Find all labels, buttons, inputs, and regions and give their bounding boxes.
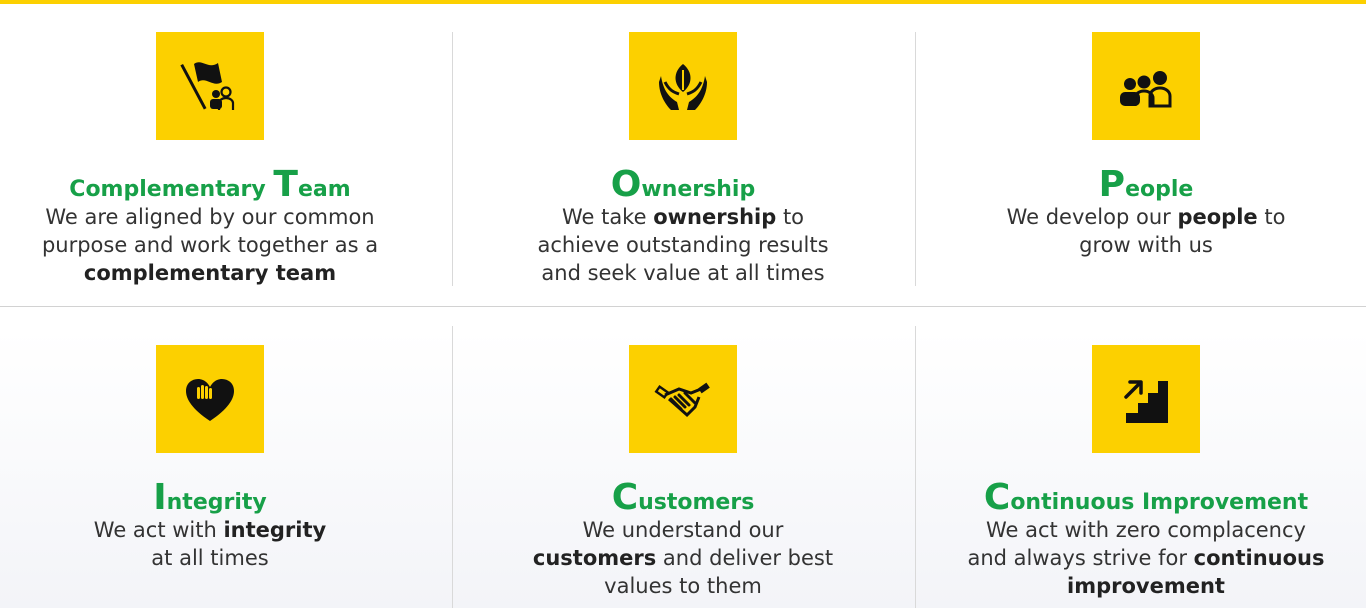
value-description: We are aligned by our common purpose and…: [0, 203, 420, 287]
desc-text: values to them: [604, 574, 762, 598]
desc-line: and seek value at all times: [473, 259, 893, 287]
title-rest: ntegrity: [166, 490, 267, 515]
value-title: Complementary Team: [0, 167, 420, 203]
desc-line: purpose and work together as a: [0, 231, 420, 259]
icon-tile: [629, 345, 737, 453]
value-card-continuous-improvement: Continuous Improvement We act with zero …: [936, 345, 1356, 600]
title-rest: ustomers: [638, 490, 755, 515]
desc-text: at all times: [151, 546, 269, 570]
desc-text: to: [776, 205, 805, 229]
people-group-icon: [1120, 71, 1172, 108]
stairs-arrow-icon: [1124, 380, 1168, 423]
value-title: People: [936, 167, 1356, 203]
value-title: Integrity: [0, 480, 420, 516]
desc-line: We are aligned by our common: [0, 203, 420, 231]
title-initial: C: [611, 477, 639, 518]
icon-tile: [156, 345, 264, 453]
desc-bold: complementary team: [83, 261, 337, 285]
title-rest: eople: [1125, 177, 1194, 202]
desc-text: grow with us: [1079, 233, 1213, 257]
desc-text: to: [1257, 205, 1286, 229]
desc-bold: improvement: [1067, 574, 1225, 598]
top-accent-bar: [0, 0, 1366, 4]
title-initial: I: [153, 477, 167, 518]
desc-line: We take ownership to: [473, 203, 893, 231]
desc-text: and seek value at all times: [541, 261, 825, 285]
title-initial: P: [1098, 164, 1126, 205]
title-initial: O: [610, 164, 642, 205]
value-card-ownership: Ownership We take ownership to achieve o…: [473, 32, 893, 287]
desc-line: achieve outstanding results: [473, 231, 893, 259]
desc-text: achieve outstanding results: [537, 233, 829, 257]
desc-bold: ownership: [653, 205, 777, 229]
desc-line: complementary team: [0, 259, 420, 287]
column-divider: [452, 32, 453, 286]
value-card-complementary-team: Complementary Team We are aligned by our…: [0, 32, 420, 287]
value-card-customers: Customers We understand our customers an…: [473, 345, 893, 600]
icon-tile: [1092, 345, 1200, 453]
desc-text: We act with: [93, 518, 224, 542]
desc-bold: integrity: [223, 518, 327, 542]
value-description: We understand our customers and deliver …: [473, 516, 893, 600]
desc-line: We develop our people to: [936, 203, 1356, 231]
flag-team-icon: [180, 62, 235, 110]
column-divider: [452, 326, 453, 608]
desc-line: We understand our: [473, 516, 893, 544]
title-initial: T: [273, 164, 298, 205]
handshake-icon: [654, 382, 710, 418]
title-rest: eam: [297, 177, 351, 202]
value-title: Continuous Improvement: [936, 480, 1356, 516]
desc-bold: people: [1177, 205, 1258, 229]
value-title: Ownership: [473, 167, 893, 203]
desc-text: We take: [561, 205, 654, 229]
value-card-integrity: Integrity We act with integrity at all t…: [0, 345, 420, 572]
hands-leaf-icon: [659, 64, 707, 110]
value-description: We develop our people to grow with us: [936, 203, 1356, 259]
value-title: Customers: [473, 480, 893, 516]
icon-tile: [629, 32, 737, 140]
value-card-people: People We develop our people to grow wit…: [936, 32, 1356, 259]
desc-line: We act with zero complacency: [936, 516, 1356, 544]
desc-text: We develop our: [1006, 205, 1178, 229]
heart-hand-icon: [186, 379, 234, 421]
desc-text: We are aligned by our common: [45, 205, 375, 229]
desc-line: improvement: [936, 572, 1356, 600]
title-initial: C: [983, 477, 1011, 518]
desc-line: We act with integrity: [0, 516, 420, 544]
desc-line: grow with us: [936, 231, 1356, 259]
column-divider: [915, 32, 916, 286]
icon-tile: [156, 32, 264, 140]
value-description: We act with integrity at all times: [0, 516, 420, 572]
desc-text: purpose and work together as a: [41, 233, 379, 257]
icon-tile: [1092, 32, 1200, 140]
desc-line: values to them: [473, 572, 893, 600]
title-prefix: Complementary: [69, 177, 274, 202]
column-divider: [915, 326, 916, 608]
desc-text: We understand our: [582, 518, 784, 542]
desc-line: and always strive for continuous: [936, 544, 1356, 572]
desc-bold: continuous: [1193, 546, 1325, 570]
value-description: We take ownership to achieve outstanding…: [473, 203, 893, 287]
title-rest: wnership: [641, 177, 756, 202]
title-rest: ontinuous Improvement: [1010, 490, 1309, 515]
desc-text: and always strive for: [967, 546, 1194, 570]
value-description: We act with zero complacency and always …: [936, 516, 1356, 600]
desc-line: at all times: [0, 544, 420, 572]
desc-line: customers and deliver best: [473, 544, 893, 572]
desc-text: We act with zero complacency: [986, 518, 1306, 542]
desc-text: and deliver best: [656, 546, 834, 570]
row-divider: [0, 306, 1366, 307]
desc-bold: customers: [532, 546, 657, 570]
